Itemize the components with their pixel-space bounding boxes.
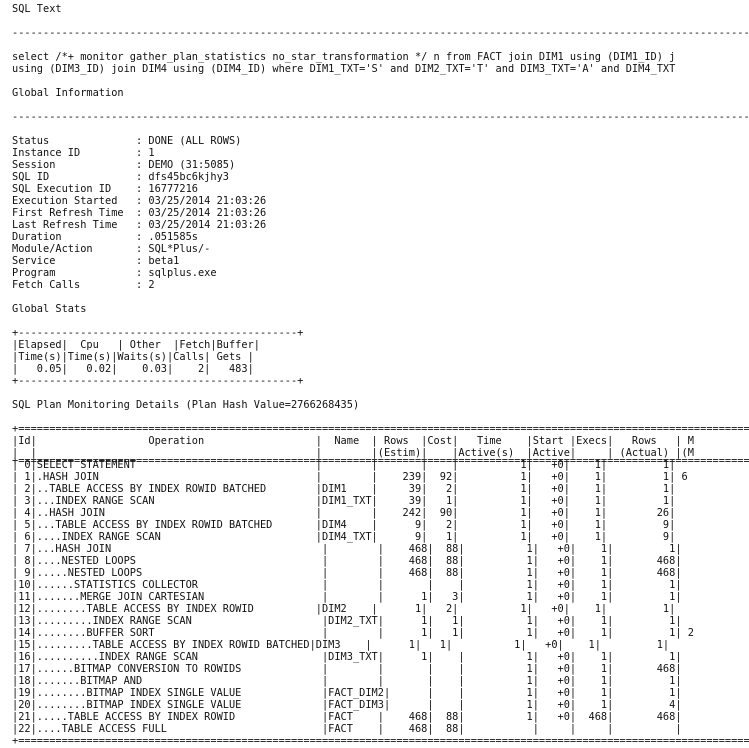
plan-row: | 6|....INDEX RANGE SCAN |DIM4_TXT| 9| 1… (12, 531, 676, 543)
plan-row: | 9|.....NESTED LOOPS | | 468| 88| 1| +0… (12, 567, 682, 579)
plan-row: |16|..........INDEX RANGE SCAN |DIM3_TXT… (12, 651, 682, 663)
info-row: Module/Action : SQL*Plus/- (12, 243, 211, 255)
info-row: Service : beta1 (12, 255, 180, 267)
global-stats-header: Global Stats (12, 303, 87, 315)
plan-column-header: |Id| Operation | Name | Rows |Cost| Time… (12, 435, 694, 447)
plan-row: |19|........BITMAP INDEX SINGLE VALUE |F… (12, 687, 682, 699)
sql-text-header: SQL Text (12, 3, 62, 15)
plan-row: | 7|...HASH JOIN | | 468| 88| 1| +0| 1| … (12, 543, 682, 555)
stats-border: +---------------------------------------… (12, 375, 304, 387)
global-information-header: Global Information (12, 87, 124, 99)
info-row: First Refresh Time : 03/25/2014 21:03:26 (12, 207, 267, 219)
info-row: Duration : .051585s (12, 231, 198, 243)
plan-row: |17|......BITMAP CONVERSION TO ROWIDS | … (12, 663, 682, 675)
info-row: Status : DONE (ALL ROWS) (12, 135, 242, 147)
plan-row: |15|.........TABLE ACCESS BY INDEX ROWID… (12, 639, 670, 651)
plan-row: |13|.........INDEX RANGE SCAN |DIM2_TXT|… (12, 615, 682, 627)
plan-row: | 4|..HASH JOIN | | 242| 90| 1| +0| 1| 2… (12, 507, 676, 519)
plan-row: | 5|...TABLE ACCESS BY INDEX ROWID BATCH… (12, 519, 676, 531)
plan-row: | 0|SELECT STATEMENT | | | | 1| +0| 1| 1… (12, 459, 676, 471)
stats-border: +---------------------------------------… (12, 327, 304, 339)
plan-row: |22|....TABLE ACCESS FULL |FACT | 468| 8… (12, 723, 682, 735)
plan-row: |11|.......MERGE JOIN CARTESIAN | | 1| 3… (12, 591, 682, 603)
terminal-output: SQL Text -------------------------------… (0, 0, 749, 748)
info-row: Instance ID : 1 (12, 147, 155, 159)
plan-monitoring-header: SQL Plan Monitoring Details (Plan Hash V… (12, 399, 360, 411)
info-row: Execution Started : 03/25/2014 21:03:26 (12, 195, 267, 207)
plan-row: |20|........BITMAP INDEX SINGLE VALUE |F… (12, 699, 682, 711)
plan-row: | 8|....NESTED LOOPS | | 468| 88| 1| +0|… (12, 555, 682, 567)
sql-text-line-2: using (DIM3_ID) join DIM4 using (DIM4_ID… (12, 63, 676, 75)
plan-border: +=======================================… (12, 423, 749, 435)
plan-row: | 1|.HASH JOIN | | 239| 92| 1| +0| 1| 1|… (12, 471, 688, 483)
stats-value-row: | 0.05| 0.02| 0.03| 2| 483| (12, 363, 254, 375)
info-row: Fetch Calls : 2 (12, 279, 155, 291)
plan-row: |18|.......BITMAP AND | | | | 1| +0| 1| … (12, 675, 682, 687)
separator: ----------------------------------------… (12, 27, 749, 39)
info-row: SQL Execution ID : 16777216 (12, 183, 198, 195)
plan-row: |12|........TABLE ACCESS BY INDEX ROWID … (12, 603, 676, 615)
plan-border: +=======================================… (12, 735, 749, 747)
plan-row: | 3|...INDEX RANGE SCAN |DIM1_TXT| 39| 1… (12, 495, 676, 507)
stats-header-row: |Elapsed| Cpu | Other |Fetch|Buffer| (12, 339, 260, 351)
info-row: SQL ID : dfs45bc6kjhy3 (12, 171, 229, 183)
info-row: Last Refresh Time : 03/25/2014 21:03:26 (12, 219, 267, 231)
plan-row: |10|......STATISTICS COLLECTOR | | | | 1… (12, 579, 682, 591)
plan-row: | 2|..TABLE ACCESS BY INDEX ROWID BATCHE… (12, 483, 676, 495)
info-row: Program : sqlplus.exe (12, 267, 217, 279)
stats-header-row: |Time(s)|Time(s)|Waits(s)|Calls| Gets | (12, 351, 254, 363)
plan-row: |21|.....TABLE ACCESS BY INDEX ROWID |FA… (12, 711, 682, 723)
plan-row: |14|........BUFFER SORT | | 1| 1| 1| +0|… (12, 627, 694, 639)
sql-text-line-1: select /*+ monitor gather_plan_statistic… (12, 51, 676, 63)
separator: ----------------------------------------… (12, 111, 749, 123)
info-row: Session : DEMO (31:5085) (12, 159, 236, 171)
